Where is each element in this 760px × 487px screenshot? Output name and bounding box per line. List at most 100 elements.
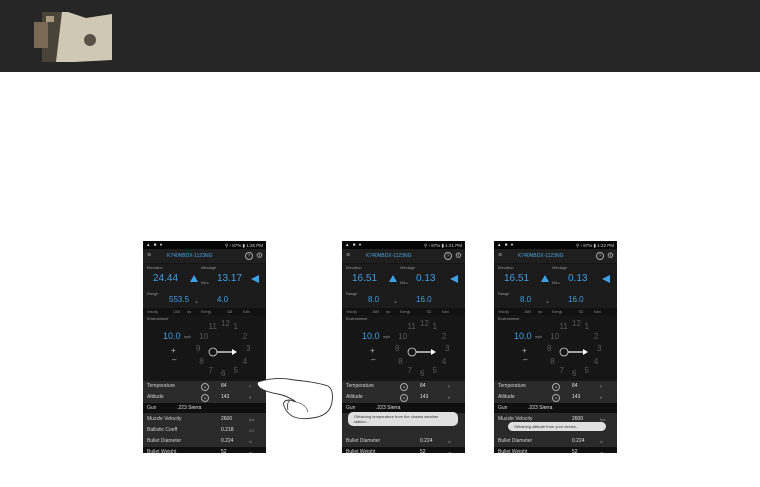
parameter-row[interactable]: Bullet Diameter 0.224 in xyxy=(143,436,266,447)
parameter-list: Temperature ● 84 F Altitude ● 143 ft Gun .223 Sie… xyxy=(494,381,617,453)
parameter-row[interactable]: Bullet Diameter 0.224 in xyxy=(494,436,617,447)
info-item: 328 xyxy=(227,309,233,314)
parameter-row[interactable]: Bullet Weight 52 gr xyxy=(494,447,617,453)
parameter-label: Bullet Diameter xyxy=(498,438,533,444)
elevation-unit: MILs xyxy=(400,281,408,285)
wind-increase-button[interactable]: + xyxy=(171,346,176,355)
dial-number: 9 xyxy=(196,344,201,353)
dial-number: 9 xyxy=(395,344,400,353)
dial-number: 12 xyxy=(572,319,581,328)
parameter-value: 52 xyxy=(572,449,578,453)
dial-number: 10 xyxy=(199,331,209,341)
rangefinder-logo xyxy=(34,12,112,62)
environment-panel: Environment 10.0 mph + –12 1 2 3 4 5 6 7 8 9 10 11 xyxy=(143,315,266,381)
environment-label: Environment xyxy=(498,317,520,321)
parameter-value: 0.224 xyxy=(420,438,433,444)
parameter-row[interactable]: Bullet Weight 52 gr xyxy=(342,447,465,453)
parameter-row[interactable]: Gun .223 Sierra xyxy=(494,403,617,414)
wind-increase-button[interactable]: + xyxy=(370,346,375,355)
range-value: 8.0 xyxy=(520,295,532,304)
windage-label: Windage xyxy=(201,266,216,270)
dial-number: 2 xyxy=(441,331,447,341)
parameter-sync-icon[interactable]: ● xyxy=(201,393,209,402)
wind-decrease-button[interactable]: – xyxy=(172,355,176,364)
parameter-label: Muzzle Velocity xyxy=(147,416,182,422)
parameter-row[interactable]: Temperature ● 84 F xyxy=(143,381,266,392)
environment-panel: Environment 10.0 mph + –12 1 2 3 4 5 6 7 8 9 10 11 xyxy=(494,315,617,381)
device-title[interactable]: K740NBDX-1123NG xyxy=(366,253,412,259)
wind-speed-unit: mph xyxy=(184,335,191,339)
parameter-unit: fps xyxy=(600,416,606,422)
wind-increase-button[interactable]: + xyxy=(522,346,527,355)
hand-pointer-icon xyxy=(256,377,333,420)
dial-number: 7 xyxy=(559,365,564,375)
app-bar: ≡ K740NBDX-1123NG? ⚙ xyxy=(342,249,465,263)
wind-decrease-button[interactable]: – xyxy=(523,355,527,364)
parameter-unit: gr xyxy=(249,449,253,454)
device-title[interactable]: K740NBDX-1123NG xyxy=(518,253,564,259)
parameter-row[interactable]: Temperature ● 84 F xyxy=(342,381,465,392)
wind-speed-value: 10.0 xyxy=(514,331,532,341)
range-label: Range xyxy=(498,292,510,296)
menu-icon[interactable]: ≡ xyxy=(498,252,502,259)
parameter-row[interactable] xyxy=(342,425,465,436)
help-icon[interactable]: ? xyxy=(596,252,604,260)
dial-number: 8 xyxy=(398,356,403,366)
parameter-row[interactable]: Altitude ● 143 ft xyxy=(494,392,617,403)
help-icon[interactable]: ? xyxy=(444,252,452,260)
arrow-left-icon xyxy=(251,275,259,283)
dial-number: 10 xyxy=(550,331,560,341)
parameter-row[interactable]: Bullet Weight 52 gr xyxy=(143,447,266,453)
parameter-sync-icon[interactable]: ● xyxy=(400,393,408,402)
info-item: fps xyxy=(538,309,543,314)
wind-arrow-icon xyxy=(559,347,588,357)
dial-number: 1 xyxy=(432,322,437,332)
parameter-value: 143 xyxy=(420,394,429,400)
angle-icon: ∠ xyxy=(546,300,550,304)
info-item: ft-lbs xyxy=(442,309,449,314)
info-item: ft-lbs xyxy=(243,309,250,314)
dial-number: 5 xyxy=(432,365,437,375)
menu-icon[interactable]: ≡ xyxy=(346,252,350,259)
parameter-sync-icon[interactable]: ● xyxy=(201,382,209,391)
dial-number: 8 xyxy=(199,356,204,366)
gear-icon[interactable]: ⚙ xyxy=(256,251,263,260)
parameter-value: 0.224 xyxy=(572,438,585,444)
parameter-row[interactable]: Temperature ● 84 F xyxy=(494,381,617,392)
windage-value: 0.13 xyxy=(568,273,588,284)
dial-number: 5 xyxy=(584,365,589,375)
dial-number: 3 xyxy=(445,344,450,353)
gear-icon[interactable]: ⚙ xyxy=(455,251,462,260)
parameter-sync-icon[interactable]: ● xyxy=(552,382,560,391)
parameter-unit: ft xyxy=(600,394,603,400)
arrow-up-icon xyxy=(190,275,198,282)
gear-icon[interactable]: ⚙ xyxy=(607,251,614,260)
parameter-row[interactable]: Altitude ● 143 ft xyxy=(342,392,465,403)
status-time: 1:22 PM xyxy=(597,242,614,248)
parameter-row[interactable]: Altitude ● 143 ft xyxy=(143,392,266,403)
elevation-label: Elevation xyxy=(147,266,163,270)
windage-value: 13.17 xyxy=(217,273,243,284)
parameter-row[interactable]: Bullet Diameter 0.224 in xyxy=(342,436,465,447)
parameter-row[interactable]: Ballistic Coeff 0.218 G1 xyxy=(143,425,266,436)
help-icon[interactable]: ? xyxy=(245,252,253,260)
status-bar: ▲ ■ ● ⚲ › 87% ▮ 1:21 PM xyxy=(342,241,465,249)
range-angle-value: 16.0 xyxy=(416,295,432,304)
dial-number: 11 xyxy=(407,322,416,332)
parameter-row[interactable]: Muzzle Velocity 2600 fps xyxy=(143,414,266,425)
dial-number: 12 xyxy=(221,319,230,328)
menu-icon[interactable]: ≡ xyxy=(147,252,151,259)
environment-panel: Environment 10.0 mph + –12 1 2 3 4 5 6 7 8 9 10 11 xyxy=(342,315,465,381)
device-title[interactable]: K740NBDX-1123NG xyxy=(167,253,213,259)
parameter-sync-icon[interactable]: ● xyxy=(400,382,408,391)
wind-arrow-icon xyxy=(407,347,436,357)
phone-screenshot-1: ▲ ■ ● ⚲ › 87% ▮ 1:26 PM ≡ K740NBDX-1123NG? ⚙… xyxy=(143,241,266,453)
status-bar: ▲ ■ ● ⚲ › 87% ▮ 1:22 PM xyxy=(494,241,617,249)
info-item: fps xyxy=(187,309,192,314)
info-item: 782 xyxy=(578,309,584,314)
parameter-unit: gr xyxy=(448,449,452,454)
parameter-sync-icon[interactable]: ● xyxy=(552,393,560,402)
parameter-row[interactable]: Gun .223 Sierra xyxy=(143,403,266,414)
range-panel: Range 8.0 ∠ 16.0 xyxy=(342,290,465,308)
wind-decrease-button[interactable]: – xyxy=(371,355,375,364)
